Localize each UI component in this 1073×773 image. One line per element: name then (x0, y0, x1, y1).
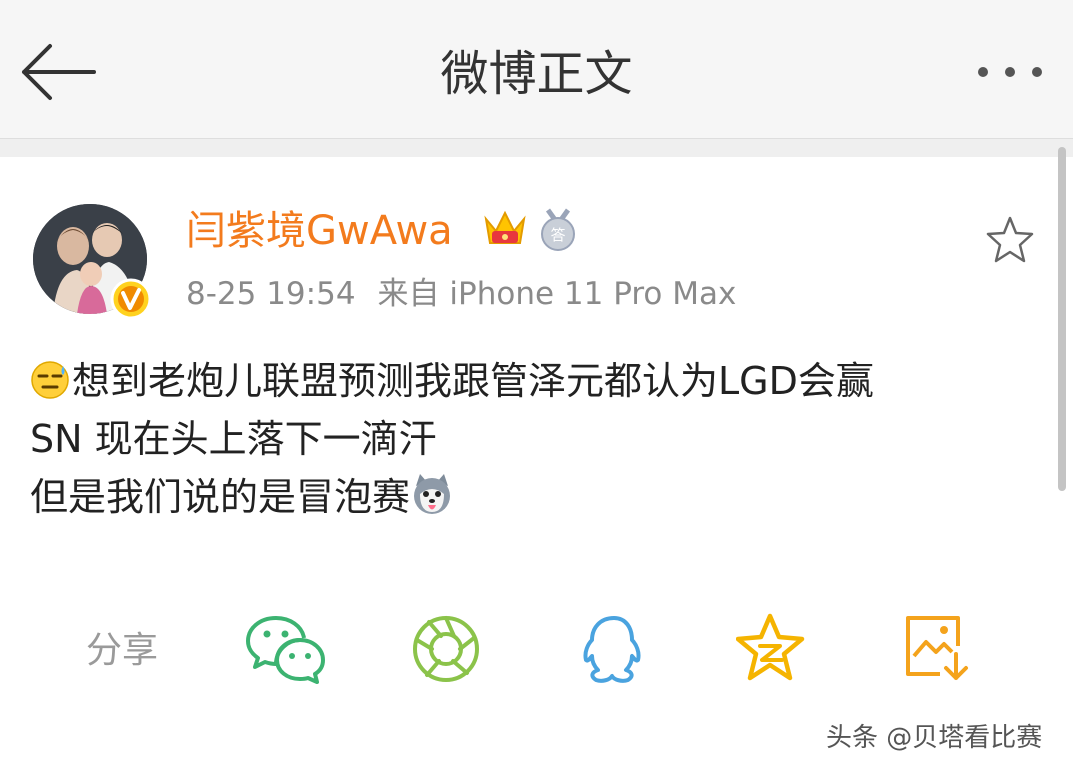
share-moments-button[interactable] (410, 612, 490, 686)
save-image-button[interactable] (900, 612, 980, 686)
husky-emoji (414, 474, 451, 514)
share-qq-button[interactable] (574, 612, 654, 686)
share-qzone-button[interactable] (735, 612, 816, 686)
content-line-1-text: 想到老炮儿联盟预测我跟管泽元都认为LGD会赢 (72, 359, 874, 403)
post-content: 想到老炮儿联盟预测我跟管泽元都认为LGD会赢 SN 现在头上落下一滴汗 但是我们… (30, 352, 1030, 526)
qzone-icon (735, 613, 805, 681)
favorite-button[interactable] (984, 214, 1036, 266)
sweat-emoji (31, 361, 69, 399)
more-button[interactable] (975, 60, 1045, 84)
content-line-2: SN 现在头上落下一滴汗 (30, 417, 437, 461)
scrollbar[interactable] (1058, 147, 1066, 491)
medal-icon: 答 (538, 208, 578, 252)
top-nav-bar: 微博正文 (0, 0, 1073, 139)
svg-text:答: 答 (550, 226, 565, 244)
crown-icon (482, 207, 528, 249)
verified-badge (110, 278, 152, 320)
more-dots-icon (978, 67, 1042, 77)
post-meta: 8-25 19:54 来自 iPhone 11 Pro Max (186, 272, 736, 316)
save-image-icon (906, 616, 968, 680)
watermark: 头条 @贝塔看比赛 (826, 723, 1043, 753)
verified-v-icon (110, 278, 152, 320)
content-line-3-text: 但是我们说的是冒泡赛 (30, 475, 411, 519)
author-name[interactable]: 闫紫境GwAwa (186, 204, 453, 258)
share-wechat-button[interactable] (246, 612, 326, 686)
content-line-1: 想到老炮儿联盟预测我跟管泽元都认为LGD会赢 (30, 352, 1030, 410)
star-outline-icon (986, 216, 1034, 263)
share-label: 分享 (86, 630, 159, 671)
moments-icon (413, 616, 479, 682)
page-title: 微博正文 (440, 46, 633, 102)
content-line-3: 但是我们说的是冒泡赛 (30, 468, 1030, 526)
section-divider (0, 139, 1073, 157)
post-time: 8-25 19:54 (186, 276, 356, 312)
wechat-icon (246, 616, 325, 684)
qq-icon (583, 616, 641, 683)
post-source: 来自 iPhone 11 Pro Max (377, 276, 737, 312)
